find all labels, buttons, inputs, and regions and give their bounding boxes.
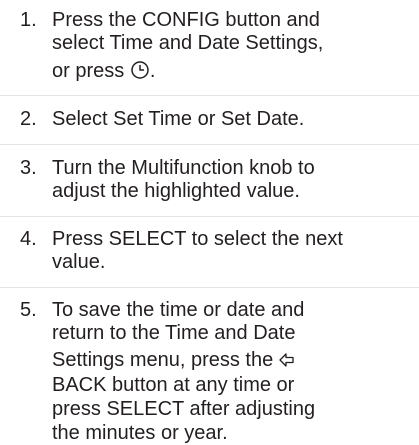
step-text-line: or press . [52, 59, 155, 83]
step-text-line: Settings menu, press the [52, 348, 295, 372]
clock-icon [130, 60, 150, 80]
step-text-suffix: . [149, 60, 156, 82]
divider [0, 216, 419, 217]
step-text-prefix: Settings menu, press the [52, 349, 279, 371]
step-text-line: return to the Time and Date [52, 322, 296, 344]
step-text-line: To save the time or date and [52, 299, 305, 321]
divider [0, 287, 419, 288]
step-text-prefix: or press [52, 60, 130, 82]
back-arrow-icon [279, 351, 295, 369]
step-text-line: value. [52, 251, 106, 273]
step-text-line: press SELECT after adjusting [52, 398, 316, 420]
step-text-line: BACK button at any time or [52, 374, 295, 396]
step-number: 1. [20, 9, 37, 31]
divider [0, 95, 419, 96]
step-text-line: select Time and Date Settings, [52, 32, 324, 54]
step-text-line: the minutes or year. [52, 422, 228, 444]
step-text-line: adjust the highlighted value. [52, 180, 300, 202]
step-text-line: Press the CONFIG button and [52, 9, 320, 31]
divider [0, 144, 419, 145]
step-text-line: Turn the Multifunction knob to [52, 157, 315, 179]
step-text-line: Press SELECT to select the next [52, 228, 343, 250]
step-text-line: Select Set Time or Set Date. [52, 108, 305, 130]
step-number: 5. [20, 299, 37, 321]
step-number: 2. [20, 108, 37, 130]
step-number: 3. [20, 157, 37, 179]
step-number: 4. [20, 228, 37, 250]
